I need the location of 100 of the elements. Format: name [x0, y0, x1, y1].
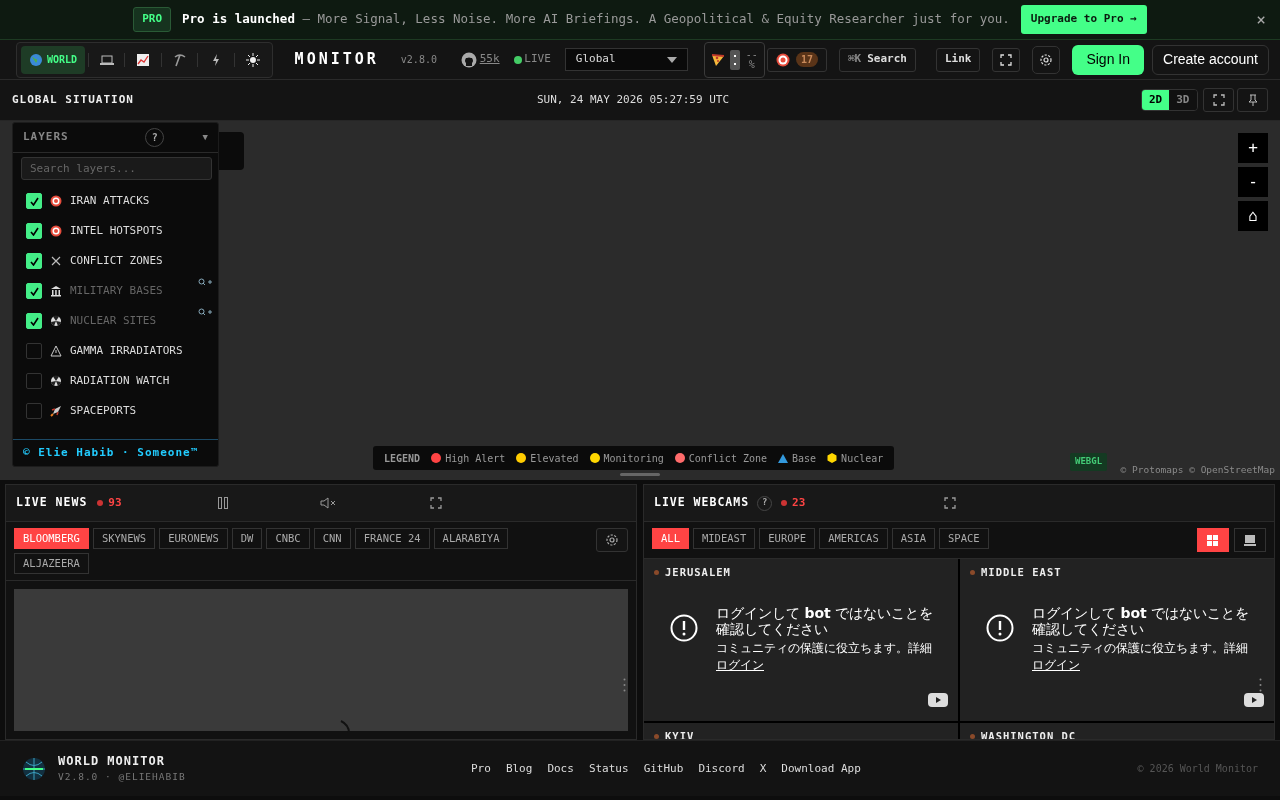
error-note: コミュニティの保護に役立ちます。	[716, 641, 908, 655]
legend-label: High Alert	[445, 451, 506, 466]
copyright-text: © 2026 World Monitor	[1137, 762, 1258, 776]
login-link[interactable]: ログイン	[1032, 657, 1080, 675]
live-count: 23	[781, 494, 806, 512]
collapse-button[interactable]: ▼	[202, 130, 208, 145]
error-message: ログインして bot ではないことを確認してください	[716, 605, 935, 637]
version-label: v2.8.0	[400, 53, 437, 67]
channel-tab[interactable]: CNBC	[266, 528, 310, 549]
monitor-icon	[1244, 534, 1256, 546]
details-link[interactable]: 詳細	[1224, 641, 1248, 655]
channel-tab[interactable]: SKYNEWS	[92, 528, 156, 549]
region-select[interactable]: Global	[564, 48, 688, 71]
globe-logo-icon	[22, 756, 46, 781]
login-link[interactable]: ログイン	[716, 657, 764, 675]
radiation-icon	[50, 375, 62, 387]
view-mode-tab[interactable]: 2D	[1142, 89, 1170, 111]
checkbox[interactable]	[26, 343, 42, 359]
fullscreen-button[interactable]	[992, 47, 1021, 72]
channel-tab[interactable]: ALARABIYA	[433, 528, 509, 549]
filter-tab[interactable]: AMERICAS	[819, 528, 888, 549]
footer-link[interactable]: GitHub	[643, 761, 684, 778]
filter-tab[interactable]: MIDEAST	[692, 528, 756, 549]
live-dot-icon	[513, 55, 522, 64]
search-button[interactable]: ⌘K Search	[838, 47, 916, 72]
alert-icon	[986, 614, 1014, 642]
footer-link[interactable]: Status	[588, 761, 629, 778]
settings-icon	[1039, 52, 1054, 67]
checkmark-icon	[29, 316, 39, 326]
footer-link[interactable]: Download App	[781, 761, 861, 778]
search-field[interactable]: Search layers...	[21, 157, 212, 180]
settings-button[interactable]	[1032, 45, 1061, 74]
layers-title: LAYERS	[23, 129, 69, 146]
legend-label: Base	[792, 451, 817, 466]
filter-tab[interactable]: EUROPE	[759, 528, 816, 549]
footer-link[interactable]: X	[759, 761, 767, 778]
grid-view-button[interactable]	[1196, 528, 1229, 552]
pin-button[interactable]	[1237, 88, 1268, 112]
variant-tab[interactable]: WORLD	[21, 45, 86, 74]
star-count-link[interactable]: 55k	[460, 51, 500, 68]
channel-tab[interactable]: DW	[231, 528, 263, 549]
mute-icon[interactable]	[319, 497, 336, 509]
panel-title: GLOBAL SITUATION	[12, 91, 134, 108]
single-view-button[interactable]	[1234, 528, 1266, 552]
date-time: SUN, 24 MAY 2026 05:27:59 UTC	[537, 92, 730, 108]
footer-link[interactable]: Discord	[698, 761, 745, 778]
channel-tab[interactable]: ALJAZEERA	[14, 553, 89, 574]
expand-icon	[1212, 94, 1225, 106]
zoom-in-button[interactable]: +	[1238, 133, 1268, 163]
checkbox[interactable]	[26, 373, 42, 389]
resize-handle[interactable]	[620, 473, 660, 476]
expand-icon[interactable]	[429, 497, 442, 509]
drag-handle-icon[interactable]	[623, 678, 626, 692]
create-account-button[interactable]: Create account	[1152, 44, 1269, 75]
checkbox[interactable]	[26, 403, 42, 419]
layer-label: IRAN ATTACKS	[70, 192, 150, 209]
expand-icon[interactable]	[944, 497, 957, 509]
footer-link[interactable]: Pro	[471, 761, 491, 778]
drag-handle-icon[interactable]	[1259, 678, 1262, 692]
checkmark-icon	[29, 226, 39, 236]
video-logo-icon	[928, 693, 948, 707]
error-note: コミュニティの保護に役立ちます。	[1032, 641, 1224, 655]
close-button[interactable]: ×	[1250, 7, 1272, 33]
channel-tab[interactable]: CNN	[313, 528, 351, 549]
github-icon	[460, 51, 477, 68]
video-logo-icon	[1244, 693, 1264, 707]
pin-icon	[1247, 94, 1258, 106]
chart-icon	[136, 52, 151, 67]
pizza-value: --	[745, 49, 758, 60]
upgrade-button[interactable]: Upgrade to Pro →	[1020, 5, 1147, 34]
footer-link[interactable]: Blog	[505, 761, 533, 778]
channel-tab[interactable]: EURONEWS	[159, 528, 228, 549]
details-link[interactable]: 詳細	[908, 641, 932, 655]
channel-tab[interactable]: FRANCE 24	[354, 528, 430, 549]
filter-tab[interactable]: SPACE	[939, 528, 989, 549]
zoom-in-icon	[198, 308, 212, 316]
panel-title: LIVE NEWS	[16, 494, 88, 512]
sign-in-button[interactable]: Sign In	[1072, 44, 1144, 75]
target-icon	[50, 195, 62, 207]
settings-icon	[605, 533, 619, 547]
footer-link[interactable]: Docs	[547, 761, 574, 778]
settings-button[interactable]	[596, 528, 628, 552]
error-message: ログインして bot ではないことを確認してください	[1032, 605, 1251, 637]
alerts-button[interactable]: 17	[766, 47, 827, 72]
pause-icon[interactable]	[217, 497, 228, 509]
legend-label: Monitoring	[603, 451, 664, 466]
pro-badge: PRO	[133, 7, 172, 32]
zoom-out-button[interactable]: -	[1238, 167, 1268, 197]
layer-label: SPACEPORTS	[70, 402, 137, 419]
link-button[interactable]: Link	[935, 47, 981, 72]
filter-tab[interactable]: ASIA	[891, 528, 936, 549]
map-attribution: © Protomaps © OpenStreetMap	[1120, 463, 1275, 477]
fullscreen-button[interactable]	[1203, 88, 1235, 112]
legend-label: Elevated	[530, 451, 579, 466]
legend-label: Conflict Zone	[688, 451, 767, 466]
grid-icon	[1207, 534, 1218, 546]
target-icon	[50, 225, 62, 237]
home-button[interactable]: ⌂	[1238, 201, 1268, 231]
panel-title: LIVE WEBCAMS	[654, 494, 750, 512]
caret-icon	[666, 56, 677, 63]
